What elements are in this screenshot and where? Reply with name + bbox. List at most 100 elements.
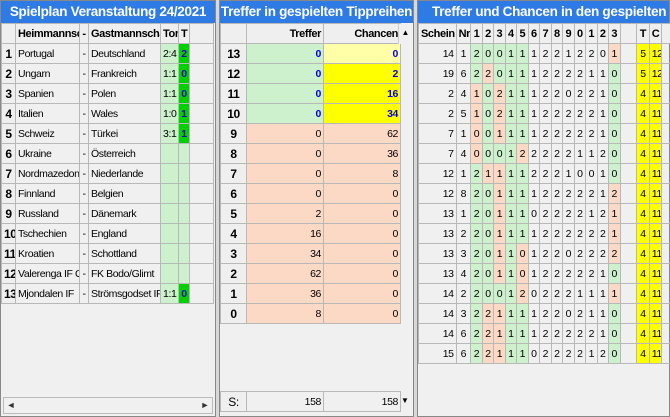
table-row[interactable]: 10 Tschechien - England xyxy=(1,223,214,244)
table-row[interactable]: 2 4 1 0 2 1 1 1 2 2 0 2 2 1 0 4 11 xyxy=(418,83,670,104)
tor-result[interactable]: 1:1 xyxy=(160,283,179,304)
table-row[interactable]: 1 Portugal - Deutschland 2:4 2 xyxy=(1,43,214,64)
home-team[interactable]: Spanien xyxy=(15,83,80,104)
tor-result[interactable] xyxy=(160,183,179,204)
header-game-12[interactable]: 2 xyxy=(596,23,610,44)
tor-result[interactable] xyxy=(160,163,179,184)
header-tor[interactable]: Tor xyxy=(160,23,179,44)
table-row[interactable]: 8 0 36 xyxy=(220,143,401,164)
table-row[interactable]: 4 16 0 xyxy=(220,223,401,244)
table-row[interactable]: 14 1 2 0 0 1 1 1 2 2 1 2 2 0 1 5 12 xyxy=(418,43,670,64)
tor-result[interactable] xyxy=(160,143,179,164)
table-row[interactable]: 2 Ungarn - Frankreich 1:1 0 xyxy=(1,63,214,84)
table-row[interactable]: 4 Italien - Wales 1:0 1 xyxy=(1,103,214,124)
header-game-8[interactable]: 8 xyxy=(550,23,564,44)
table-row[interactable]: 1 36 0 xyxy=(220,283,401,304)
header-t[interactable]: T xyxy=(178,23,190,44)
table-row[interactable]: 2 62 0 xyxy=(220,263,401,284)
home-team[interactable]: Kroatien xyxy=(15,243,80,264)
table-row[interactable]: 10 0 34 xyxy=(220,103,401,124)
header-game-5[interactable]: 5 xyxy=(516,23,529,44)
table-row[interactable]: 11 0 16 xyxy=(220,83,401,104)
header-game-9[interactable]: 9 xyxy=(562,23,575,44)
table-row[interactable]: 14 6 2 2 1 1 1 1 2 2 2 2 2 1 0 4 11 xyxy=(418,323,670,344)
header-schein[interactable]: Schein xyxy=(418,23,457,44)
header-game-13[interactable]: 3 xyxy=(607,23,621,44)
scroll-left-icon[interactable]: ◄ xyxy=(4,398,18,413)
home-team[interactable]: Finnland xyxy=(15,183,80,204)
away-team[interactable]: Schottland xyxy=(88,243,161,264)
table-row[interactable]: 9 Russland - Dänemark xyxy=(1,203,214,224)
table-row[interactable]: 13 3 2 0 1 1 0 1 2 2 0 2 2 2 2 4 11 xyxy=(418,243,670,264)
table-row[interactable]: 12Valerenga IF Oslo-FK Bodo/Glimt xyxy=(1,263,214,284)
table-row[interactable]: 8 Finnland - Belgien xyxy=(1,183,214,204)
header-treffer[interactable]: Treffer xyxy=(246,23,324,44)
table-row[interactable]: 708 xyxy=(220,163,401,184)
header-game-11[interactable]: 1 xyxy=(585,23,598,44)
table-row[interactable]: 3 Spanien - Polen 1:1 0 xyxy=(1,83,214,104)
table-row[interactable]: 11 Kroatien - Schottland xyxy=(1,243,214,264)
header-c[interactable]: C xyxy=(648,23,663,44)
home-team[interactable]: Nordmazedonien xyxy=(15,163,80,184)
table-row[interactable]: 13 2 2 0 1 1 1 1 2 2 2 2 2 2 1 4 11 xyxy=(418,223,670,244)
away-team[interactable]: Deutschland xyxy=(88,43,161,64)
table-row[interactable]: 6 Ukraine - Österreich xyxy=(1,143,214,164)
table-row[interactable]: 7Nordmazedonien-Niederlande xyxy=(1,163,214,184)
table-row[interactable]: 13 4 2 0 1 1 0 1 2 2 2 2 2 1 0 4 11 xyxy=(418,263,670,284)
table-row[interactable]: 13 1 2 0 1 1 1 0 2 2 2 2 1 2 1 4 11 xyxy=(418,203,670,224)
table-row[interactable]: 14 2 2 0 0 1 2 0 2 2 2 1 1 1 1 4 11 xyxy=(418,283,670,304)
table-row[interactable]: 13 0 0 xyxy=(220,43,401,64)
home-team[interactable]: Ungarn xyxy=(15,63,80,84)
scroll-down-icon[interactable]: ▼ xyxy=(398,392,412,412)
table-row[interactable]: 3 34 0 xyxy=(220,243,401,264)
header-game-3[interactable]: 3 xyxy=(493,23,506,44)
tor-result[interactable]: 1:1 xyxy=(160,83,179,104)
header-game-10[interactable]: 0 xyxy=(573,23,587,44)
table-row[interactable]: 2 5 1 0 2 1 1 1 2 2 2 2 2 1 0 4 11 xyxy=(418,103,670,124)
table-row[interactable]: 7 4 0 0 0 1 2 2 2 2 2 1 1 2 0 4 11 xyxy=(418,143,670,164)
tor-result[interactable]: 1:0 xyxy=(160,103,179,124)
table-row[interactable]: 9 0 62 xyxy=(220,123,401,144)
away-team[interactable]: Frankreich xyxy=(88,63,161,84)
tor-result[interactable]: 1:1 xyxy=(160,63,179,84)
tor-result[interactable] xyxy=(160,203,179,224)
away-team[interactable]: Polen xyxy=(88,83,161,104)
home-team[interactable]: Valerenga IF Oslo xyxy=(15,263,80,284)
tor-result[interactable]: 2:4 xyxy=(160,43,179,64)
tor-result[interactable]: 3:1 xyxy=(160,123,179,144)
table-row[interactable]: 12 1 2 1 1 1 1 2 2 2 1 0 0 1 0 4 11 xyxy=(418,163,670,184)
home-team[interactable]: Tschechien xyxy=(15,223,80,244)
away-team[interactable]: Belgien xyxy=(88,183,161,204)
home-team[interactable]: Italien xyxy=(15,103,80,124)
away-team[interactable]: Österreich xyxy=(88,143,161,164)
home-team[interactable]: Russland xyxy=(15,203,80,224)
header-game-2[interactable]: 2 xyxy=(481,23,495,44)
header-chancen[interactable]: Chancen xyxy=(323,23,401,44)
header-t[interactable]: T xyxy=(636,23,650,44)
header-gastmannschaft[interactable]: Gastmannschaft xyxy=(88,23,161,44)
horizontal-scrollbar[interactable]: ◄ ► xyxy=(3,397,213,414)
table-row[interactable]: 5 Schweiz - Türkei 3:1 1 xyxy=(1,123,214,144)
header-game-1[interactable]: 1 xyxy=(470,23,483,44)
table-row[interactable]: 14 3 2 2 1 1 1 1 2 2 0 2 1 1 0 4 11 xyxy=(418,303,670,324)
tor-result[interactable] xyxy=(160,243,179,264)
tor-result[interactable] xyxy=(160,263,179,284)
table-row[interactable]: 15 6 2 2 1 1 1 0 2 2 2 2 1 2 0 4 11 xyxy=(418,343,670,364)
header-nr[interactable]: Nr xyxy=(455,23,472,44)
table-row[interactable]: 7 1 0 0 1 1 1 1 2 2 2 2 2 1 0 4 11 xyxy=(418,123,670,144)
home-team[interactable]: Ukraine xyxy=(15,143,80,164)
away-team[interactable]: Strömsgodset IF xyxy=(88,283,161,304)
table-row[interactable]: 080 xyxy=(220,303,401,324)
away-team[interactable]: Niederlande xyxy=(88,163,161,184)
table-row[interactable]: 19 6 2 2 0 1 1 1 2 2 2 2 1 1 0 5 12 xyxy=(418,63,670,84)
home-team[interactable]: Mjondalen IF xyxy=(15,283,80,304)
scroll-right-icon[interactable]: ► xyxy=(198,398,212,413)
away-team[interactable]: Wales xyxy=(88,103,161,124)
home-team[interactable]: Schweiz xyxy=(15,123,80,144)
header-game-7[interactable]: 7 xyxy=(539,23,552,44)
table-row[interactable]: 12 8 2 0 1 1 1 1 2 2 2 2 2 1 2 4 11 xyxy=(418,183,670,204)
away-team[interactable]: Dänemark xyxy=(88,203,161,224)
table-row[interactable]: 13 Mjondalen IF - Strömsgodset IF 1:1 0 xyxy=(1,283,214,304)
table-row[interactable]: 520 xyxy=(220,203,401,224)
header-heimmannschaft[interactable]: Heimmannschaft xyxy=(15,23,80,44)
